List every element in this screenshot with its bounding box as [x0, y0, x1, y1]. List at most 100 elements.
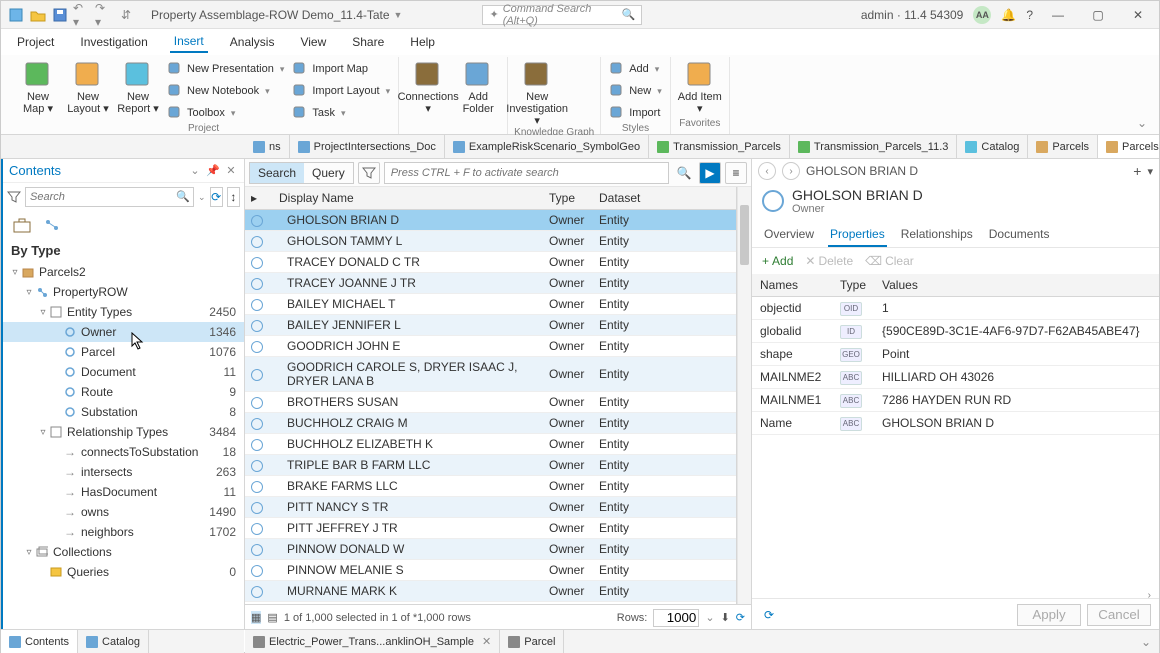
properties-tab-properties[interactable]: Properties: [828, 223, 887, 247]
doc-tab-transmission-parcels[interactable]: Transmission_Parcels: [649, 135, 790, 158]
expand-icon[interactable]: ▿: [37, 307, 49, 318]
tree-item-collections[interactable]: ▿Collections: [3, 542, 244, 562]
tree-item-owner[interactable]: Owner1346: [3, 322, 244, 342]
bottom-tab-contents[interactable]: Contents: [1, 630, 78, 653]
property-row[interactable]: NameABCGHOLSON BRIAN D: [752, 412, 1159, 435]
undo-icon[interactable]: ↶ ▾: [73, 6, 91, 24]
panel-pin-icon[interactable]: 📌: [206, 164, 220, 178]
tree-item-document[interactable]: Document11: [3, 362, 244, 382]
new-map-button[interactable]: New Map ▾: [15, 59, 61, 115]
refresh-properties-icon[interactable]: ⟳: [764, 608, 774, 622]
nav-forward-button[interactable]: ›: [782, 162, 800, 180]
grid-scrollbar[interactable]: [737, 187, 751, 604]
expand-icon[interactable]: ▿: [23, 547, 35, 558]
tree-item-route[interactable]: Route9: [3, 382, 244, 402]
rows-input[interactable]: [653, 609, 699, 627]
doc-tab-transmission-parcels-11-3[interactable]: Transmission_Parcels_11.3: [790, 135, 958, 158]
panel-menu-icon[interactable]: ⌄: [188, 164, 202, 178]
add-item-button[interactable]: Add Item ▾: [677, 59, 723, 115]
find-input[interactable]: [384, 162, 669, 184]
rows-dropdown-icon[interactable]: ⌄: [705, 611, 714, 624]
new-presentation-button[interactable]: New Presentation▾: [165, 59, 286, 79]
tree-item-connectstosubstation[interactable]: →connectsToSubstation18: [3, 442, 244, 462]
menu-share[interactable]: Share: [348, 32, 388, 52]
ribbon-collapse-button[interactable]: ⌄: [1133, 112, 1151, 134]
nav-back-button[interactable]: ‹: [758, 162, 776, 180]
avatar[interactable]: AA: [973, 6, 991, 24]
grid-row[interactable]: MURNANE MARK KOwnerEntity: [245, 581, 736, 602]
bottom-tab-electric-power-trans---anklinoh-sample[interactable]: Electric_Power_Trans...anklinOH_Sample✕: [245, 630, 500, 653]
tree-item-hasdocument[interactable]: →HasDocument11: [3, 482, 244, 502]
results-grid[interactable]: ▸Display NameTypeDataset GHOLSON BRIAN D…: [245, 187, 737, 604]
minimize-button[interactable]: —: [1043, 5, 1073, 25]
connections-button[interactable]: Connections ▾: [405, 59, 451, 115]
task-button[interactable]: Task▾: [290, 103, 392, 123]
add-property-button[interactable]: + Add: [762, 254, 793, 268]
tree-item-intersects[interactable]: →intersects263: [3, 462, 244, 482]
search-mode-button[interactable]: Search: [250, 163, 304, 183]
bottom-tab-parcel[interactable]: Parcel: [500, 630, 564, 653]
new-report-button[interactable]: New Report ▾: [115, 59, 161, 115]
bottom-tab-catalog[interactable]: Catalog: [78, 630, 149, 653]
tree-item-entity-types[interactable]: ▿Entity Types2450: [3, 302, 244, 322]
sort-icon[interactable]: ↕: [227, 187, 240, 207]
new-button[interactable]: New▾: [607, 81, 664, 101]
properties-tab-documents[interactable]: Documents: [987, 223, 1052, 247]
table-view-icon[interactable]: ▦: [251, 611, 261, 624]
grid-row[interactable]: GHOLSON TAMMY LOwnerEntity: [245, 231, 736, 252]
column-type[interactable]: Type: [543, 187, 593, 210]
tree-item-owns[interactable]: →owns1490: [3, 502, 244, 522]
grid-row[interactable]: PITT JEFFREY J TROwnerEntity: [245, 518, 736, 539]
doc-tab-projectintersections-doc[interactable]: ProjectIntersections_Doc: [290, 135, 445, 158]
new-project-icon[interactable]: [7, 6, 25, 24]
property-row[interactable]: globalidID{590CE89D-3C1E-4AF6-97D7-F62AB…: [752, 320, 1159, 343]
properties-table[interactable]: NamesTypeValues objectidOID1globalidID{5…: [752, 274, 1159, 590]
contents-search-input[interactable]: [25, 187, 194, 207]
column-dataset[interactable]: Dataset: [593, 187, 736, 210]
project-title[interactable]: Property Assemblage-ROW Demo_11.4-Tate ▼: [151, 8, 402, 22]
query-mode-button[interactable]: Query: [304, 163, 353, 183]
grid-row[interactable]: GOODRICH JOHN EOwnerEntity: [245, 336, 736, 357]
qat-customize-icon[interactable]: ⇵: [117, 6, 135, 24]
grid-row[interactable]: BUCHHOLZ ELIZABETH KOwnerEntity: [245, 434, 736, 455]
tree-item-propertyrow[interactable]: ▿PropertyROW: [3, 282, 244, 302]
property-row[interactable]: objectidOID1: [752, 297, 1159, 320]
tree-item-queries[interactable]: Queries0: [3, 562, 244, 582]
tree-item-substation[interactable]: Substation8: [3, 402, 244, 422]
doc-tab-exampleriskscenario-symbolgeo[interactable]: ExampleRiskScenario_SymbolGeo: [445, 135, 649, 158]
new-notebook-button[interactable]: New Notebook▾: [165, 81, 286, 101]
expand-icon[interactable]: ▿: [37, 427, 49, 438]
prop-column-values[interactable]: Values: [874, 274, 1159, 297]
expand-icon[interactable]: ▿: [9, 267, 21, 278]
property-row[interactable]: shapeGEOPoint: [752, 343, 1159, 366]
run-button[interactable]: ▶: [699, 162, 721, 184]
tree-item-parcels2[interactable]: ▿Parcels2: [3, 262, 244, 282]
grid-row[interactable]: TRACEY DONALD C TROwnerEntity: [245, 252, 736, 273]
menu-investigation[interactable]: Investigation: [76, 32, 151, 52]
maximize-button[interactable]: ▢: [1083, 5, 1113, 25]
add-folder-button[interactable]: Add Folder: [455, 59, 501, 115]
command-search[interactable]: ✦ Command Search (Alt+Q) 🔍: [482, 5, 642, 25]
list-view-button[interactable]: ≡: [725, 162, 747, 184]
doc-tab-catalog[interactable]: Catalog: [957, 135, 1028, 158]
briefcase-icon[interactable]: [11, 215, 33, 235]
grid-row[interactable]: PINNOW MELANIE SOwnerEntity: [245, 560, 736, 581]
column-display-name[interactable]: Display Name: [273, 187, 543, 210]
help-icon[interactable]: ?: [1026, 8, 1033, 22]
scroll-right-icon[interactable]: ›: [1148, 590, 1151, 598]
grid-row[interactable]: PINNOW DONALD WOwnerEntity: [245, 539, 736, 560]
add-panel-button[interactable]: +: [1133, 163, 1141, 179]
open-project-icon[interactable]: [29, 6, 47, 24]
grid-row[interactable]: BRAKE FARMS LLCOwnerEntity: [245, 476, 736, 497]
graph-view-icon[interactable]: [41, 215, 63, 235]
grid-row[interactable]: BUCHHOLZ CRAIG MOwnerEntity: [245, 413, 736, 434]
import-layout-button[interactable]: Import Layout▾: [290, 81, 392, 101]
tree-item-relationship-types[interactable]: ▿Relationship Types3484: [3, 422, 244, 442]
close-button[interactable]: ✕: [1123, 5, 1153, 25]
refresh-grid-icon[interactable]: ⟳: [736, 611, 745, 624]
prop-column-names[interactable]: Names: [752, 274, 832, 297]
prop-column-type[interactable]: Type: [832, 274, 874, 297]
menu-analysis[interactable]: Analysis: [226, 32, 279, 52]
refresh-icon[interactable]: ⟳: [210, 187, 223, 207]
properties-tab-overview[interactable]: Overview: [762, 223, 816, 247]
